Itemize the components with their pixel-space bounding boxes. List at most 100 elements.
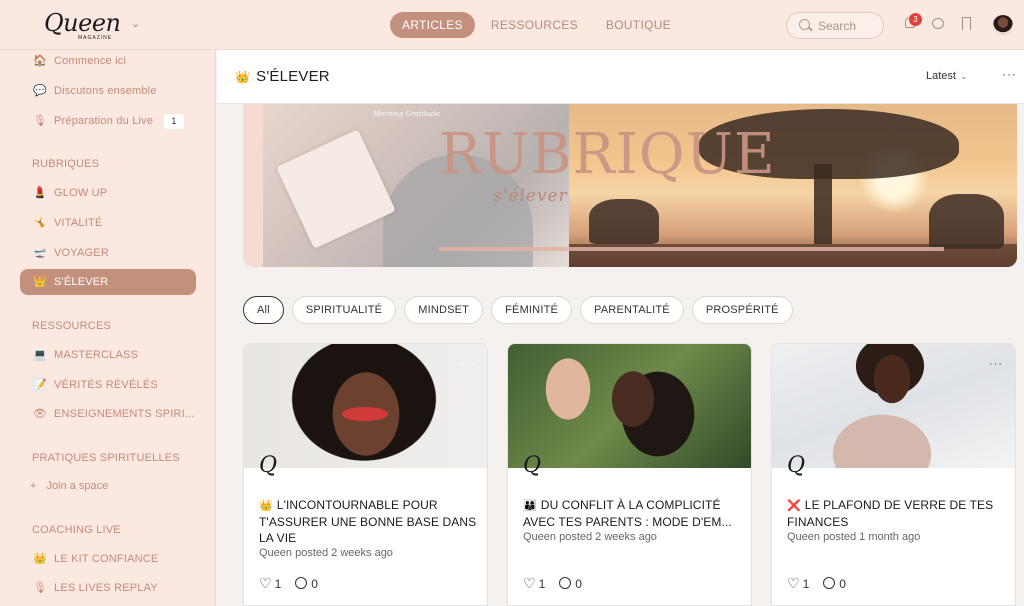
chat-icon[interactable] — [930, 16, 946, 32]
notification-badge: 3 — [909, 13, 922, 26]
filter-all[interactable]: All — [243, 296, 284, 324]
join-space-link[interactable]: + Join a space — [30, 480, 118, 492]
post-title[interactable]: ❌ LE PLAFOND DE VERRE DE TES FINANCES — [787, 497, 1007, 530]
sidebar-item-label: VOYAGER — [54, 247, 109, 259]
author-avatar[interactable]: Q — [259, 452, 287, 480]
post-card[interactable]: Q 👨‍👩‍👦 DU CONFLIT À LA COMPLICITÉ AVEC T… — [507, 343, 752, 606]
post-title[interactable]: 👨‍👩‍👦 DU CONFLIT À LA COMPLICITÉ AVEC TES… — [523, 497, 743, 530]
sidebar-item-label: VÉRITÉS RÉVÉLÉS — [54, 379, 158, 391]
tab-boutique[interactable]: BOUTIQUE — [594, 12, 683, 38]
memo-icon: 📝 — [33, 379, 47, 391]
search-icon — [799, 19, 810, 30]
more-options-icon[interactable]: ··· — [989, 358, 1003, 370]
filter-feminite[interactable]: FÉMINITÉ — [491, 296, 573, 324]
heart-icon[interactable]: ♡ — [523, 575, 536, 592]
sidebar-item-vitalite[interactable]: 🤸 VITALITÉ — [20, 210, 196, 236]
sidebar-item-lives-replay[interactable]: 🎙 LES LIVES REPLAY — [20, 575, 196, 601]
post-title-text: LE PLAFOND DE VERRE DE TES FINANCES — [787, 498, 994, 529]
post-meta: Queen posted 1 month ago — [787, 531, 921, 543]
space-header: 👑 S'ÉLEVER Latest ⌄ ··· — [217, 50, 1024, 104]
sidebar-item-masterclass[interactable]: 💻 MASTERCLASS — [20, 342, 196, 368]
queen-magazine-logo[interactable]: Queen MAGAZINE — [44, 9, 121, 41]
page-title-text: S'ÉLEVER — [256, 68, 330, 85]
sidebar-item-label: Préparation du Live — [54, 115, 154, 127]
page-title: 👑 S'ÉLEVER — [235, 68, 330, 85]
sidebar-item-preparation-live[interactable]: 🎙 Préparation du Live 1 — [20, 108, 196, 134]
filter-prosperite[interactable]: PROSPÉRITÉ — [691, 296, 793, 324]
more-options-icon[interactable]: ··· — [1002, 67, 1017, 81]
comment-count: 0 — [839, 577, 846, 591]
sidebar-item-label: Commence ici — [54, 55, 127, 67]
laptop-icon: 💻 — [33, 349, 47, 361]
banner-divider — [439, 247, 944, 251]
lipstick-icon: 💄 — [33, 187, 47, 199]
eye-icon: 👁 — [32, 408, 48, 420]
sidebar-item-label: VITALITÉ — [54, 217, 103, 229]
microphone-icon: 🎙 — [32, 582, 48, 594]
filter-parentalite[interactable]: PARENTALITÉ — [580, 296, 684, 324]
plus-icon: + — [30, 480, 37, 492]
heart-icon[interactable]: ♡ — [787, 575, 800, 592]
post-meta: Queen posted 2 weeks ago — [259, 547, 393, 559]
post-cover-image — [244, 344, 487, 468]
crown-icon: 👑 — [33, 276, 47, 288]
sidebar-item-kit-confiance[interactable]: 👑 LE KIT CONFIANCE — [20, 546, 196, 572]
filter-mindset[interactable]: MINDSET — [404, 296, 484, 324]
section-heading-rubriques[interactable]: RUBRIQUES — [32, 158, 99, 170]
count-badge: 1 — [164, 114, 184, 129]
tab-ressources[interactable]: RESSOURCES — [479, 12, 590, 38]
post-reactions: ♡ 1 0 — [259, 575, 318, 592]
post-card[interactable]: ··· Q ❌ LE PLAFOND DE VERRE DE TES FINANC… — [771, 343, 1016, 606]
search-input[interactable]: Search — [786, 12, 884, 39]
rubrique-banner: Morning Gratitude RUBRIQUE s'élever — [243, 104, 1017, 267]
like-count: 1 — [538, 577, 546, 591]
section-heading-coaching[interactable]: COACHING LIVE — [32, 524, 121, 536]
sidebar-item-commence-ici[interactable]: 🏠 Commence ici — [20, 50, 196, 74]
cartwheel-icon: 🤸 — [33, 217, 47, 229]
chevron-down-icon[interactable]: ⌄ — [131, 17, 140, 30]
like-count: 1 — [802, 577, 810, 591]
more-options-icon[interactable]: ··· — [461, 358, 475, 370]
sidebar-item-label: GLOW UP — [54, 187, 108, 199]
comment-icon[interactable] — [823, 577, 836, 589]
post-cover-image — [772, 344, 1015, 468]
logo-text: Queen — [44, 9, 121, 37]
sidebar-item-label: S'ÉLEVER — [54, 276, 109, 288]
logo-subtitle: MAGAZINE — [78, 35, 113, 41]
post-reactions: ♡ 1 0 — [787, 575, 846, 592]
sidebar-item-label: MASTERCLASS — [54, 349, 139, 361]
author-avatar[interactable]: Q — [523, 452, 551, 480]
author-avatar[interactable]: Q — [787, 452, 815, 480]
heart-icon[interactable]: ♡ — [259, 575, 272, 592]
filter-spiritualite[interactable]: SPIRITUALITÉ — [291, 296, 397, 324]
post-title[interactable]: 👑 L'INCONTOURNABLE POUR T'ASSURER UNE BON… — [259, 497, 479, 546]
family-icon: 👨‍👩‍👦 — [523, 500, 537, 512]
post-card[interactable]: ··· Q 👑 L'INCONTOURNABLE POUR T'ASSURER U… — [243, 343, 488, 606]
comment-icon[interactable] — [295, 577, 308, 589]
sidebar-item-label: LE KIT CONFIANCE — [54, 553, 159, 565]
comment-icon[interactable] — [559, 577, 572, 589]
filter-chips: All SPIRITUALITÉ MINDSET FÉMINITÉ PARENT… — [243, 296, 793, 324]
cross-mark-icon: ❌ — [787, 500, 801, 512]
sidebar-item-enseignements[interactable]: 👁 ENSEIGNEMENTS SPIRI... — [20, 401, 196, 427]
comment-count: 0 — [311, 577, 318, 591]
join-space-label: Join a space — [46, 480, 109, 492]
sidebar: 🏠 Commence ici 💬 Discutons ensemble 🎙 Prépa… — [0, 50, 216, 606]
bookmark-icon[interactable] — [958, 16, 974, 32]
home-icon: 🏠 — [33, 55, 47, 67]
sidebar-item-verites-reveles[interactable]: 📝 VÉRITÉS RÉVÉLÉS — [20, 372, 196, 398]
section-heading-ressources[interactable]: RESSOURCES — [32, 320, 111, 332]
tab-articles[interactable]: ARTICLES — [390, 12, 475, 38]
sort-dropdown[interactable]: Latest ⌄ — [926, 70, 968, 82]
section-heading-pratiques[interactable]: PRATIQUES SPIRITUELLES — [32, 452, 180, 464]
sidebar-item-discutons[interactable]: 💬 Discutons ensemble — [20, 78, 196, 104]
search-placeholder: Search — [818, 19, 857, 33]
crown-icon: 👑 — [259, 500, 273, 512]
like-count: 1 — [274, 577, 282, 591]
sidebar-item-voyager[interactable]: 🛫 VOYAGER — [20, 240, 196, 266]
post-meta: Queen posted 2 weeks ago — [523, 531, 657, 543]
sidebar-item-glow-up[interactable]: 💄 GLOW UP — [20, 180, 196, 206]
sidebar-item-s-elever[interactable]: 👑 S'ÉLEVER — [20, 269, 196, 295]
avatar[interactable] — [993, 15, 1013, 35]
post-title-text: DU CONFLIT À LA COMPLICITÉ AVEC TES PARE… — [523, 498, 732, 529]
